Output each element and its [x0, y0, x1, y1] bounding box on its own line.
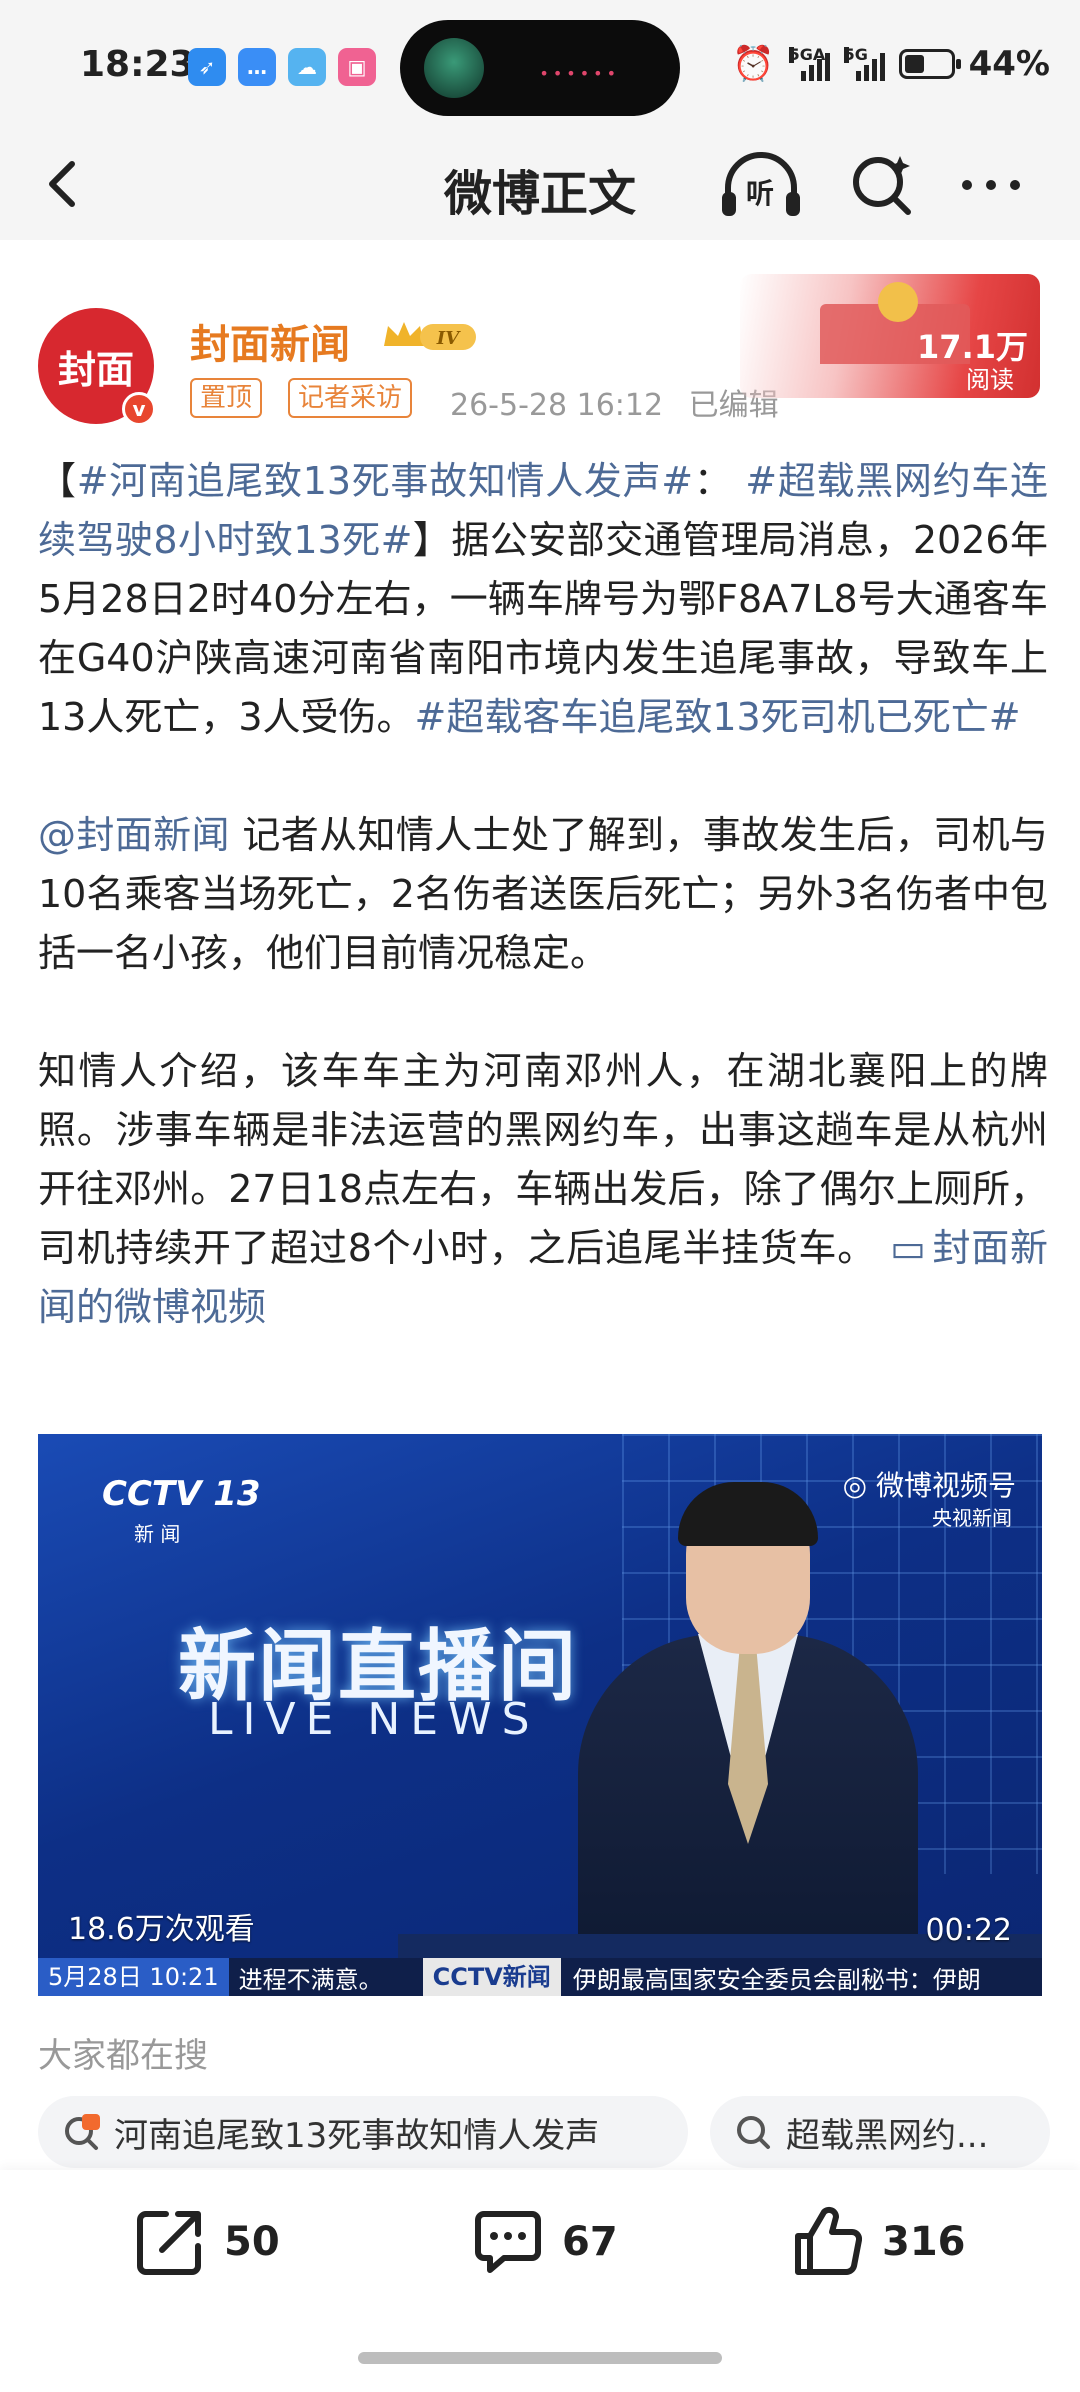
battery-fill [904, 55, 924, 73]
share-icon [137, 2211, 201, 2275]
cctv-news-watermark: 央视新闻 [932, 1506, 1012, 1530]
search-icon [737, 2116, 770, 2149]
trending-searches-heading: 大家都在搜 [38, 2036, 208, 2076]
more-options-icon[interactable] [962, 170, 1042, 200]
ticker-date: 5月28日 10:21 [38, 1958, 229, 1996]
status-app-icons: ➶ … ☁ ▣ [188, 48, 376, 86]
paragraph-1: 【#河南追尾致13死事故知情人发声#： #超载黑网约车连续驾驶8小时致13死#】… [38, 452, 1048, 747]
paragraph-2: @封面新闻 记者从知情人士处了解到，事故发生后，司机与10名乘客当场死亡，2名伤… [38, 806, 1048, 983]
weibo-video-label: 微博视频号 [875, 1469, 1016, 1502]
emblem-graphic [878, 282, 918, 322]
comment-count: 67 [562, 2219, 618, 2265]
hashtag-link-1[interactable]: #河南追尾致13死事故知情人发声# [77, 459, 693, 503]
post-body: 【#河南追尾致13死事故知情人发声#： #超载黑网约车连续驾驶8小时致13死#】… [38, 452, 1048, 1337]
bilibili-icon: ▣ [338, 48, 376, 86]
title-bar: 微博正文 听 [0, 130, 1080, 240]
trending-search-chip[interactable]: 河南追尾致13死事故知情人发声 [38, 2096, 688, 2168]
hashtag-link-3[interactable]: #超载客车追尾致13死司机已死亡# [415, 695, 1021, 739]
ticker-cctv-logo: CCTV新闻 [422, 1958, 561, 1996]
level-badge-text: IV [436, 328, 461, 349]
comment-icon [475, 2211, 541, 2273]
weibo-video-watermark: ◎ 微博视频号 [842, 1469, 1016, 1502]
bluetooth-app-icon: ➶ [188, 48, 226, 86]
author-name[interactable]: 封面新闻 [190, 312, 350, 370]
like-count: 316 [882, 2219, 966, 2265]
hot-search-icon [65, 2114, 100, 2150]
verified-badge-icon: v [122, 392, 156, 426]
battery-icon [898, 49, 961, 79]
signal-5ga-icon: 5GA [788, 47, 830, 81]
search-icon[interactable] [848, 150, 918, 220]
post-timestamp: 26-5-28 16:12 已编辑 [450, 380, 779, 424]
status-right: ⏰ 5GA 5G 44% [732, 44, 1050, 84]
alarm-icon: ⏰ [732, 44, 775, 84]
paragraph-3: 知情人介绍，该车车主为河南邓州人，在湖北襄阳上的牌照。涉事车辆是非法运营的黑网约… [38, 1042, 1048, 1337]
mention-link[interactable]: @封面新闻 [38, 813, 230, 857]
weather-icon: ☁ [288, 48, 326, 86]
message-icon: … [238, 48, 276, 86]
listen-label[interactable]: 听 [746, 172, 774, 212]
battery-percent: 44% [968, 44, 1050, 84]
trending-search-label: 河南追尾致13死事故知情人发声 [114, 2115, 600, 2156]
status-time: 18:23 [80, 44, 195, 85]
cctv13-sub: 新 闻 [134, 1522, 181, 1546]
pinned-tag: 置顶 [190, 378, 263, 418]
trending-search-label: 超载黑网约... [786, 2115, 989, 2156]
comment-button[interactable]: 67 [470, 2204, 618, 2280]
news-ticker-bar: 5月28日 10:21 进程不满意。 CCTV新闻 伊朗最高国家安全委员会副秘书… [38, 1958, 1042, 1996]
like-button[interactable]: 316 [790, 2204, 966, 2280]
thumbs-up-icon [795, 2206, 863, 2275]
bracket-close: 】 [412, 518, 452, 562]
audio-wave-icon: •••••• [539, 64, 620, 83]
dynamic-island[interactable]: •••••• [400, 20, 680, 116]
media-thumbnail [424, 38, 484, 98]
share-count: 50 [224, 2219, 280, 2265]
cctv13-logo: CCTV 13 [102, 1474, 261, 1514]
page-title: 微博正文 [443, 166, 636, 222]
bracket-open: 【 [38, 459, 77, 503]
ticker-headline: 伊朗最高国家安全委员会副秘书：伊朗 [572, 1965, 981, 1994]
live-news-title-en: LIVE NEWS [208, 1694, 540, 1745]
video-view-count: 18.6万次观看 [68, 1912, 255, 1947]
level-crown-icon: IV [384, 322, 476, 350]
video-duration: 00:22 [925, 1913, 1012, 1948]
signal-5g-icon: 5G [843, 47, 885, 81]
reporter-interview-tag: 记者采访 [288, 378, 413, 418]
status-bar: 18:23 ➶ … ☁ ▣ •••••• ⏰ 5GA 5G 44% [0, 0, 1080, 130]
home-indicator[interactable] [358, 2352, 722, 2364]
video-camera-icon: ▭ [889, 1226, 926, 1270]
ticker-text: 进程不满意。 [238, 1965, 383, 1994]
timestamp-value: 26-5-28 16:12 [450, 388, 664, 423]
read-label: 阅读 [966, 366, 1014, 394]
video-player[interactable]: CCTV 13 新 闻 ◎ 微博视频号 央视新闻 新闻直播间 LIVE NEWS… [38, 1434, 1042, 1996]
separator: ： [693, 459, 746, 503]
share-button[interactable]: 50 [132, 2204, 280, 2280]
trending-search-chip[interactable]: 超载黑网约... [710, 2096, 1050, 2168]
